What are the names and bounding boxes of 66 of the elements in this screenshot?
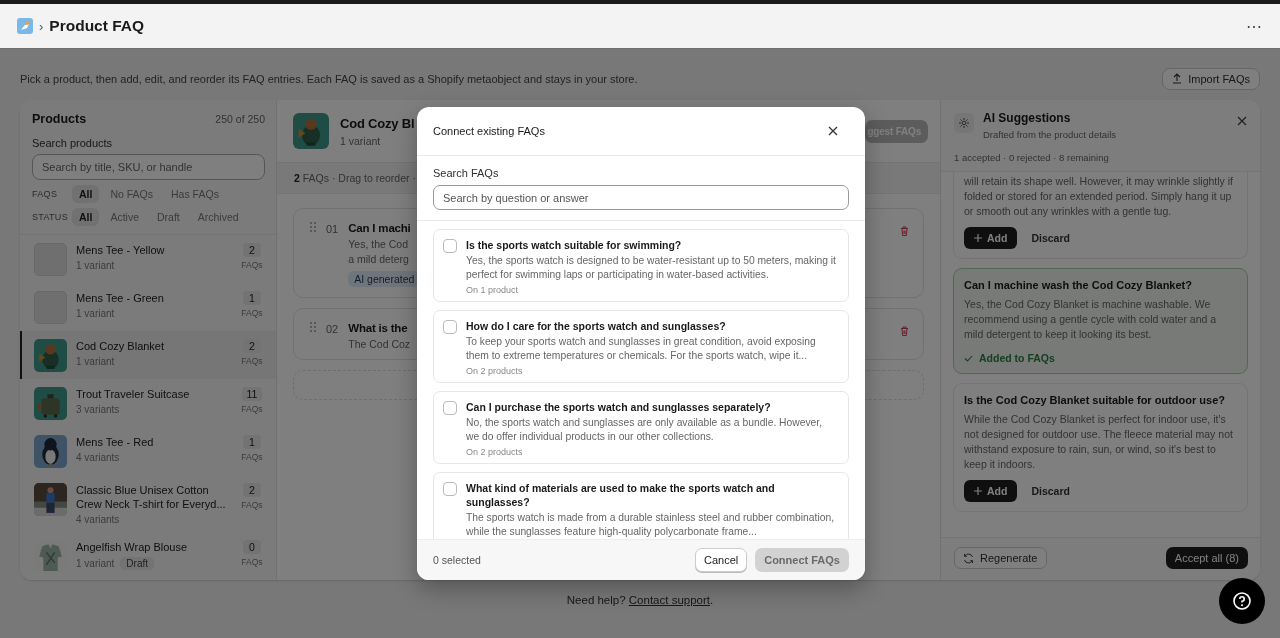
- faq-question: Is the sports watch suitable for swimming?: [466, 238, 683, 252]
- field-label: Search products: [32, 137, 114, 149]
- product-title: Cod Cozy Bl: [340, 115, 415, 131]
- faq-number: 01: [326, 223, 339, 237]
- faq-count: 11: [241, 387, 263, 401]
- suggestion-question: Can I machine wash the Cod Cozy Blanket?: [964, 279, 1193, 291]
- page-title: Product FAQ: [49, 17, 145, 35]
- faq-count: 1: [243, 291, 261, 305]
- faq-question: Can I machi: [348, 222, 411, 234]
- faq-question: What is the: [348, 322, 408, 334]
- faq-count-label: FAQs: [241, 452, 263, 462]
- faq-answer: No, the sports watch and sunglasses are only available as a bundle. However, we do offer individual products in our other collections.: [466, 416, 824, 444]
- product-count: 250 of 250: [215, 113, 265, 125]
- faq-count-label: FAQs: [241, 308, 263, 318]
- panel-title: Products: [32, 112, 87, 126]
- variant-count: 1 variant: [76, 308, 115, 319]
- product-name: Mens Tee - Red: [76, 435, 155, 449]
- faq-answer: Yes, the Cod: [348, 240, 408, 249]
- panel-subtitle: Drafted from the product details: [983, 129, 1117, 140]
- product-name: Cod Cozy Blanket: [76, 339, 166, 353]
- variant-count: 4 variants: [76, 452, 120, 463]
- usage-count: On 1 product: [466, 285, 520, 295]
- suggestion-answer: Yes, the Cod Cozy Blanket is machine washable. We recommend using a gentle cycle with cold water and a mild detergent to keep it looking its best.: [964, 297, 1218, 342]
- suggestion-answer: will retain its shape well. However, it may wrinkle slightly if folded or stored for an extended period. Simply hang it up or smooth out any wrinkles with a gentle tug.: [964, 174, 1234, 219]
- filter-label: STATUS: [32, 212, 68, 222]
- filter-label: FAQS: [32, 189, 59, 199]
- faq-question: Can I purchase the sports watch and sunglasses separately?: [466, 400, 772, 414]
- faq-count: 1: [243, 435, 261, 449]
- suggestion-question: Is the Cod Cozy Blanket suitable for outdoor use?: [964, 394, 1226, 406]
- faq-count-label: FAQs: [241, 260, 263, 270]
- selected-count: 0 selected: [433, 554, 481, 566]
- faq-answer: To keep your sports watch and sunglasses in great condition, avoid exposing them to extreme temperatures or chemicals. For the sports watch, wipe it...: [466, 335, 817, 363]
- suggestion-stats: 1 accepted · 0 rejected · 8 remaining: [954, 152, 1110, 163]
- faq-count-label: FAQs: [241, 404, 263, 414]
- faq-count: 2: [243, 243, 261, 257]
- intro-text: Pick a product, then add, edit, and reorder its FAQ entries. Each FAQ is saved as a Shopify metaobject and stays in your store.: [20, 72, 638, 85]
- usage-count: On 2 products: [466, 447, 524, 457]
- status-badge: Draft: [120, 557, 155, 570]
- faq-number: 02: [326, 323, 339, 337]
- variant-count: 1 variant: [76, 558, 115, 569]
- faq-answer: The Cod Coz: [348, 340, 411, 349]
- faq-answer: a mild deterg: [348, 255, 409, 264]
- faq-count: 2: [243, 483, 261, 497]
- variant-count: 1 variant: [340, 134, 382, 147]
- faq-answer: Yes, the sports watch is designed to be water-resistant up to 50 meters, making it perfect for swimming laps or participating in water-based activities.: [466, 254, 837, 282]
- variant-count: 3 variants: [76, 404, 120, 415]
- variant-count: 1 variant: [76, 260, 115, 271]
- faq-count-label: FAQs: [241, 500, 263, 510]
- faq-question: What kind of materials are used to make the sports watch and sunglasses?: [466, 481, 776, 509]
- dialog-title: Connect existing FAQs: [433, 125, 545, 137]
- product-name: Mens Tee - Green: [76, 291, 165, 305]
- suggestion-answer: While the Cod Cozy Blanket is perfect for indoor use, it's not designed for outdoor use. The fleece material may not withstand exposure to rain, sun, or wind, so it's best to keep it indoors.: [964, 412, 1234, 472]
- product-name: Classic Blue Unisex Cotton Crew Neck T-shirt for Everyd...: [76, 483, 227, 511]
- faq-count: 0: [243, 540, 261, 554]
- product-name: Mens Tee - Yellow: [76, 243, 166, 257]
- faq-answer: The sports watch is made from a durable stainless steel and rubber combination, while the sunglasses feature high-quality polycarbonate frame...: [466, 511, 835, 539]
- panel-title: AI Suggestions: [983, 111, 1072, 125]
- faq-question: How do I care for the sports watch and sunglasses?: [466, 319, 727, 333]
- product-name: Trout Traveler Suitcase: [76, 387, 191, 401]
- breadcrumb-separator: ›: [39, 18, 44, 34]
- product-name: Angelfish Wrap Blouse: [76, 540, 189, 554]
- variant-count: 4 variants: [76, 514, 120, 525]
- faq-count-label: FAQs: [241, 557, 263, 567]
- field-label: Search FAQs: [433, 167, 500, 179]
- usage-count: On 2 products: [466, 366, 524, 376]
- added-status: Added to FAQs: [979, 352, 1055, 364]
